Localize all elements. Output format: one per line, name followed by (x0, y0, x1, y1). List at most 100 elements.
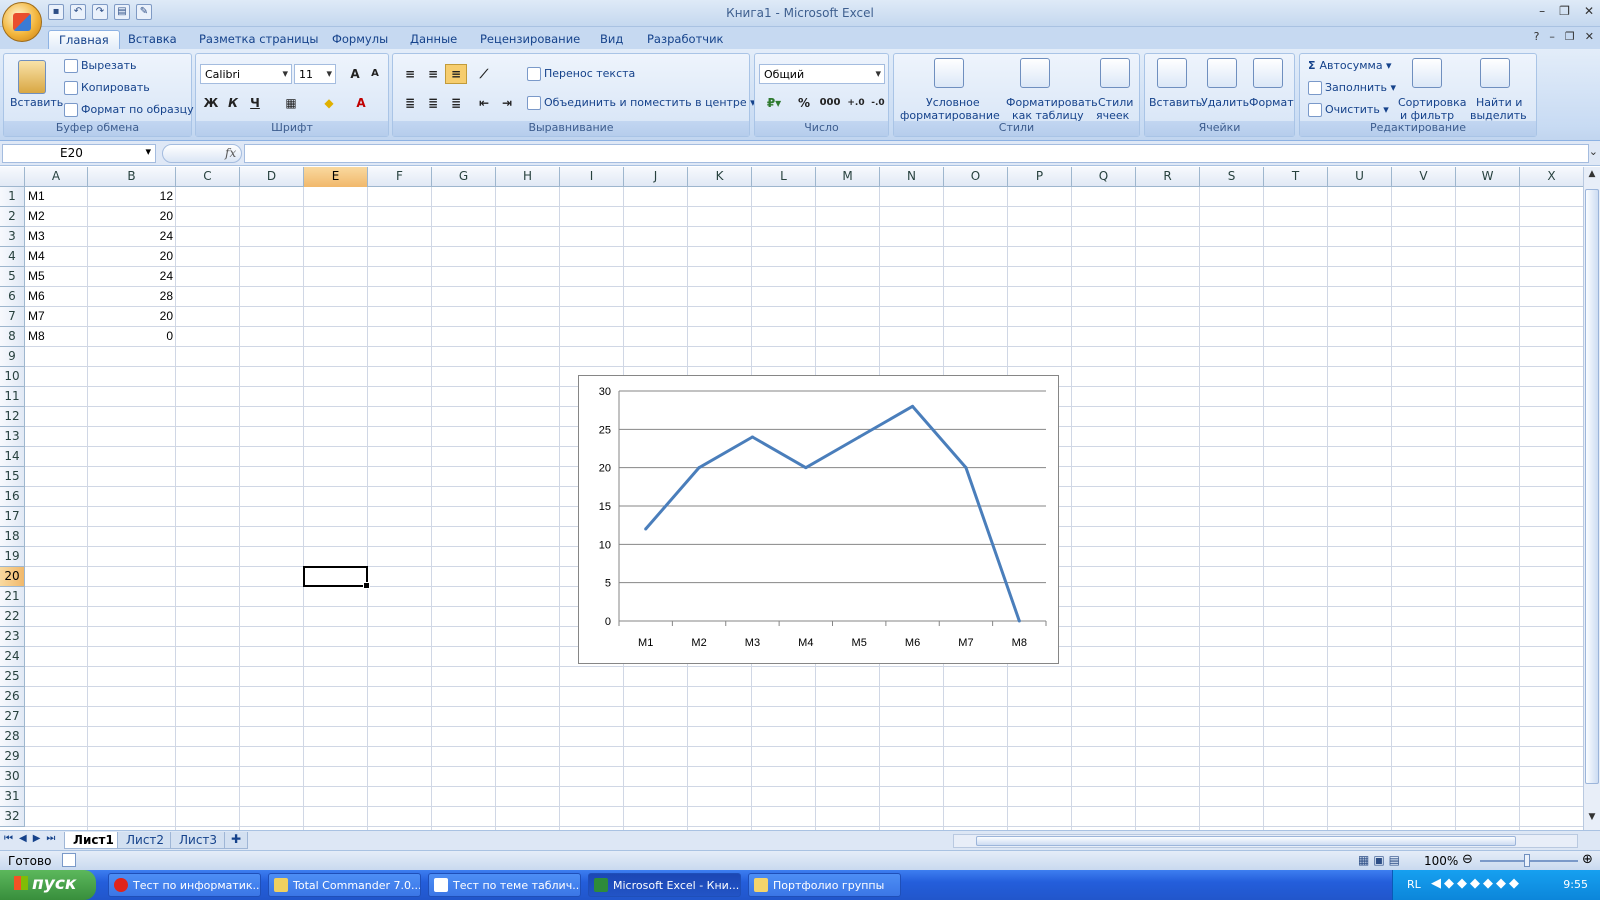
language-indicator[interactable]: RL (1407, 878, 1421, 891)
row-header-11[interactable]: 11 (0, 387, 25, 407)
sheet-nav-icon[interactable]: ⏮◀▶⏭ (4, 833, 61, 844)
decrease-decimal-icon[interactable]: -.0 (867, 93, 889, 113)
cell-b7[interactable]: 20 (88, 307, 176, 326)
cell-styles-icon[interactable] (1100, 58, 1130, 88)
cell-b3[interactable]: 24 (88, 227, 176, 246)
row-header-17[interactable]: 17 (0, 507, 25, 527)
horizontal-scroll-thumb[interactable] (976, 836, 1516, 846)
tab-page-layout[interactable]: Разметка страницы (189, 30, 328, 49)
align-middle-icon[interactable]: ≡ (422, 64, 444, 84)
row-header-4[interactable]: 4 (0, 247, 25, 267)
bold-button[interactable]: Ж (200, 93, 222, 113)
column-header-m[interactable]: M (816, 167, 880, 187)
cell-b6[interactable]: 28 (88, 287, 176, 306)
cell-a8[interactable]: M8 (25, 327, 88, 346)
row-header-29[interactable]: 29 (0, 747, 25, 767)
cell-b4[interactable]: 20 (88, 247, 176, 266)
horizontal-scrollbar[interactable] (953, 834, 1578, 848)
conditional-format-icon[interactable] (934, 58, 964, 88)
row-header-2[interactable]: 2 (0, 207, 25, 227)
conditional-format-label-1[interactable]: Условное (926, 96, 980, 109)
format-cells-icon[interactable] (1253, 58, 1283, 88)
fill-color-icon[interactable]: ◆ (318, 93, 340, 113)
column-header-w[interactable]: W (1456, 167, 1520, 187)
row-header-19[interactable]: 19 (0, 547, 25, 567)
sheet-tab-2[interactable]: Лист2 (117, 832, 174, 849)
sort-filter-icon[interactable] (1412, 58, 1442, 88)
column-header-v[interactable]: V (1392, 167, 1456, 187)
start-button[interactable]: пуск (0, 870, 96, 900)
column-header-e[interactable]: E (304, 167, 368, 187)
delete-cells-icon[interactable] (1207, 58, 1237, 88)
view-buttons-icon[interactable]: ▦▣▤ (1358, 853, 1404, 867)
select-all-corner[interactable] (0, 167, 25, 187)
font-size-combo[interactable]: 11 (294, 64, 336, 84)
zoom-slider-thumb[interactable] (1524, 854, 1530, 867)
row-header-1[interactable]: 1 (0, 187, 25, 207)
vertical-scroll-thumb[interactable] (1585, 189, 1599, 784)
row-header-31[interactable]: 31 (0, 787, 25, 807)
column-header-j[interactable]: J (624, 167, 688, 187)
row-header-30[interactable]: 30 (0, 767, 25, 787)
row-header-3[interactable]: 3 (0, 227, 25, 247)
row-header-5[interactable]: 5 (0, 267, 25, 287)
cell-a4[interactable]: M4 (25, 247, 88, 266)
decrease-indent-icon[interactable]: ⇤ (473, 93, 495, 113)
column-header-a[interactable]: A (25, 167, 88, 187)
align-left-icon[interactable]: ≣ (399, 93, 421, 113)
row-header-13[interactable]: 13 (0, 427, 25, 447)
doc-restore-icon[interactable]: ❐ (1565, 30, 1575, 43)
line-chart[interactable]: 0 5 10 15 20 25 30 M1 M2 M3 M4 M5 M6 M7 M8 (578, 375, 1059, 664)
column-header-n[interactable]: N (880, 167, 944, 187)
doc-close-icon[interactable]: ✕ (1585, 30, 1594, 43)
column-header-g[interactable]: G (432, 167, 496, 187)
sort-filter-label-1[interactable]: Сортировка (1398, 96, 1467, 109)
zoom-level[interactable]: 100% (1424, 854, 1458, 868)
insert-cells-icon[interactable] (1157, 58, 1187, 88)
column-header-r[interactable]: R (1136, 167, 1200, 187)
scroll-up-icon[interactable]: ▲ (1585, 169, 1599, 183)
column-header-x[interactable]: X (1520, 167, 1583, 187)
cut-button[interactable]: Вырезать (64, 59, 136, 73)
column-header-i[interactable]: I (560, 167, 624, 187)
orientation-icon[interactable]: ⟋ (473, 64, 495, 84)
active-cell[interactable] (303, 566, 370, 589)
column-header-b[interactable]: B (88, 167, 176, 187)
format-as-table-label-1[interactable]: Форматировать (1006, 96, 1098, 109)
align-right-icon[interactable]: ≣ (445, 93, 467, 113)
row-header-23[interactable]: 23 (0, 627, 25, 647)
insert-cells-button[interactable]: Вставить (1149, 96, 1202, 109)
font-name-combo[interactable]: Calibri (200, 64, 292, 84)
tab-insert[interactable]: Вставка (118, 30, 187, 49)
row-header-24[interactable]: 24 (0, 647, 25, 667)
sheet-tab-3[interactable]: Лист3 (170, 832, 227, 849)
office-button[interactable] (2, 2, 42, 42)
task-excel[interactable]: Microsoft Excel - Кни... (588, 873, 741, 897)
column-header-s[interactable]: S (1200, 167, 1264, 187)
sheet-tab-1[interactable]: Лист1 (64, 832, 123, 849)
wrap-text-button[interactable]: Перенос текста (527, 67, 635, 81)
clear-button[interactable]: Очистить ▾ (1308, 103, 1389, 117)
row-header-12[interactable]: 12 (0, 407, 25, 427)
column-header-q[interactable]: Q (1072, 167, 1136, 187)
minimize-icon[interactable]: – (1539, 4, 1545, 18)
grow-font-icon[interactable]: A (344, 64, 366, 84)
row-header-10[interactable]: 10 (0, 367, 25, 387)
insert-sheet-icon[interactable]: ✚ (224, 832, 248, 849)
row-header-21[interactable]: 21 (0, 587, 25, 607)
row-header-7[interactable]: 7 (0, 307, 25, 327)
column-header-h[interactable]: H (496, 167, 560, 187)
maximize-icon[interactable]: ❐ (1559, 4, 1570, 18)
column-header-u[interactable]: U (1328, 167, 1392, 187)
row-header-9[interactable]: 9 (0, 347, 25, 367)
italic-button[interactable]: К (222, 93, 244, 113)
underline-button[interactable]: Ч (244, 93, 266, 113)
insert-function-button[interactable]: fx (162, 144, 242, 163)
cell-b1[interactable]: 12 (88, 187, 176, 206)
format-as-table-icon[interactable] (1020, 58, 1050, 88)
name-box[interactable]: E20 (2, 144, 156, 163)
thousands-button[interactable]: 000 (817, 93, 843, 113)
currency-icon[interactable]: ₽▾ (759, 93, 789, 113)
align-top-icon[interactable]: ≡ (399, 64, 421, 84)
find-select-icon[interactable] (1480, 58, 1510, 88)
